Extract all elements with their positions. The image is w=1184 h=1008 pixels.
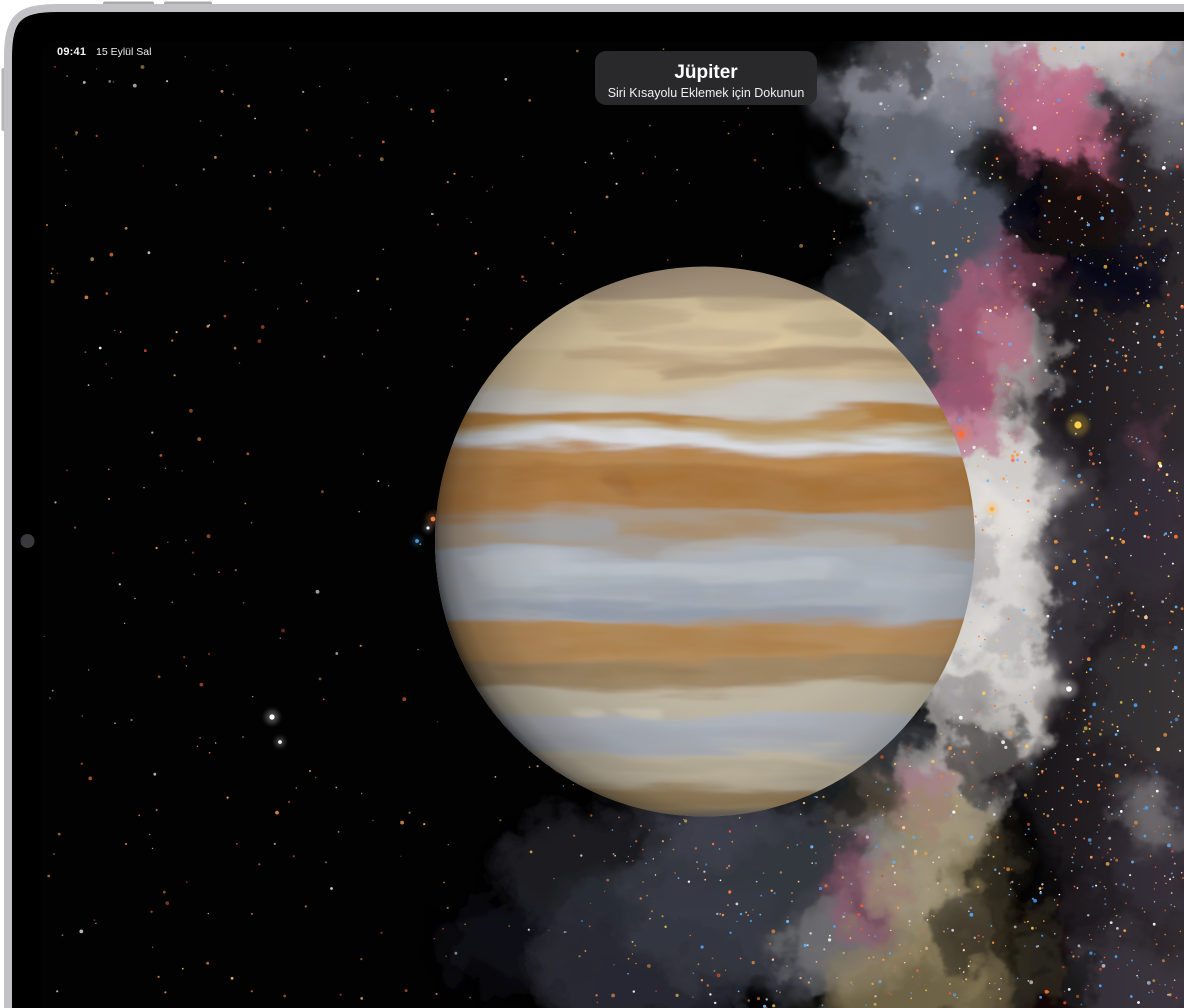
svg-text:09:41: 09:41 — [57, 46, 86, 58]
svg-text:Siri Kısayolu Eklemek için Dok: Siri Kısayolu Eklemek için Dokunun — [608, 86, 805, 100]
svg-text:Jüpiter: Jüpiter — [674, 62, 738, 83]
svg-text:15 Eylül Sal: 15 Eylül Sal — [96, 46, 151, 58]
